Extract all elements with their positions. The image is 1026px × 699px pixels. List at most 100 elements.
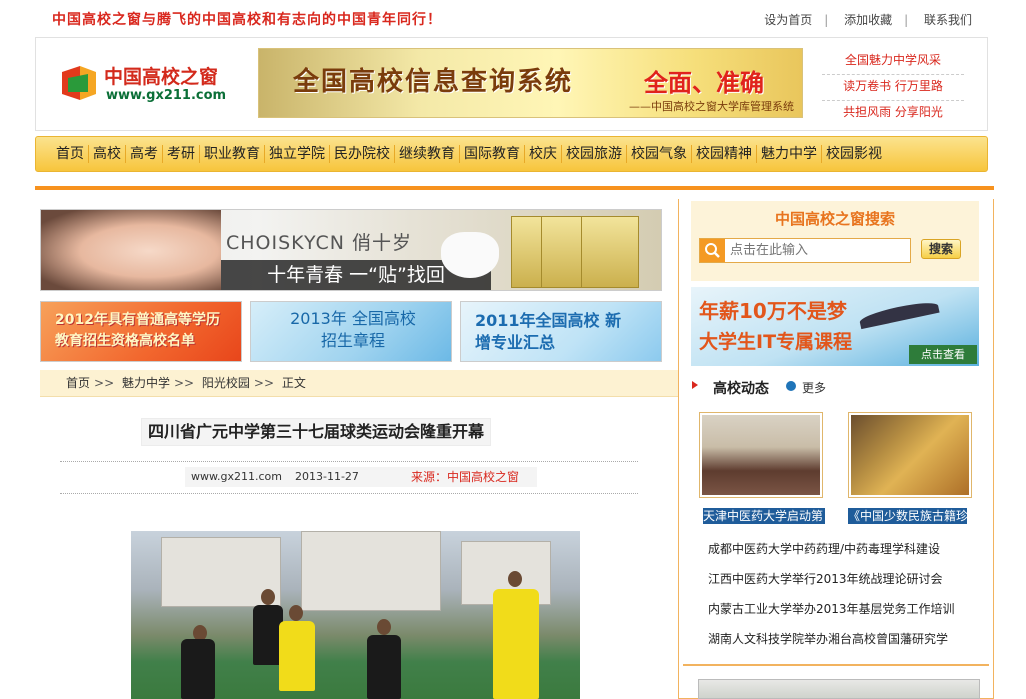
contact-us-link[interactable]: 联系我们 — [924, 13, 972, 27]
breadcrumb-separator: >> — [94, 376, 115, 390]
player-head — [508, 571, 522, 587]
player-head — [261, 589, 275, 605]
nav-item-continuing[interactable]: 继续教育 — [395, 145, 460, 163]
it-ad-view-button[interactable]: 点击查看 — [909, 345, 977, 364]
nav-item-home[interactable]: 首页 — [52, 145, 89, 163]
breadcrumb-home[interactable]: 首页 — [66, 376, 90, 390]
promo-2012-school-list[interactable]: 2012年具有普通高等学历 教育招生资格高校名单 — [40, 301, 242, 362]
choisky-ad-banner[interactable]: CHOISKYCN 俏十岁 十年青春 一“贴”找回 — [40, 209, 662, 291]
search-input[interactable] — [730, 241, 906, 260]
article-source: 来源：中国高校之窗 — [411, 470, 520, 484]
article-date: 2013-11-27 — [295, 470, 359, 483]
news-thumbnail[interactable] — [848, 412, 972, 498]
thumbnail-caption[interactable]: 《中国少数民族古籍珍 — [848, 508, 967, 524]
nav-divider — [35, 186, 994, 190]
banner-slogan: 全面、准确 — [644, 69, 764, 97]
ad-model-photo — [41, 210, 221, 290]
site-header: 中国高校之窗 www.gx211.com 全国高校信息查询系统 全面、准确 ——… — [35, 37, 988, 131]
ad-product-box — [581, 216, 639, 288]
news-list-item[interactable]: 内蒙古工业大学举办2013年基层党务工作培训 — [708, 600, 978, 630]
main-nav: 首页 高校 高考 考研 职业教育 独立学院 民办院校 继续教育 国际教育 校庆 … — [35, 136, 988, 172]
nav-item-gaokao[interactable]: 高考 — [126, 145, 163, 163]
nav-item-international[interactable]: 国际教育 — [460, 145, 525, 163]
site-logo[interactable]: 中国高校之窗 www.gx211.com — [56, 60, 236, 108]
search-icon — [700, 239, 725, 262]
breadcrumb-separator: >> — [173, 376, 195, 390]
article-title: 四川省广元中学第三十七届球类运动会隆重开幕 — [141, 418, 492, 446]
thumbnail-caption[interactable]: 天津中医药大学启动第 — [703, 508, 825, 524]
breadcrumb: 首页 >> 魅力中学 >> 阳光校园 >> 正文 — [40, 370, 678, 397]
separator: | — [824, 13, 829, 27]
set-homepage-link[interactable]: 设为首页 — [764, 13, 812, 27]
nav-item-independent[interactable]: 独立学院 — [265, 145, 330, 163]
ad-mask-image — [441, 232, 499, 278]
article-meta: www.gx211.com 2013-11-27 来源：中国高校之窗 — [185, 467, 537, 487]
divider — [60, 461, 638, 462]
news-list: 成都中医药大学中药药理/中药毒理学科建设 江西中医药大学举行2013年统战理论研… — [708, 540, 978, 660]
article-site: www.gx211.com — [191, 470, 282, 483]
header-link-share-sunshine[interactable]: 共担风雨 分享阳光 — [822, 101, 964, 127]
promo-text: 2012年具有普通高等学历 教育招生资格高校名单 — [55, 312, 220, 349]
player-head — [377, 619, 391, 635]
it-ad-line2: 大学生IT专属课程 — [699, 331, 853, 353]
site-slogan: 中国高校之窗与腾飞的中国高校和有志向的中国青年同行！ — [52, 12, 442, 28]
news-title: 高校动态 — [713, 381, 769, 397]
banner-subtitle: ——中国高校之窗大学库管理系统 — [629, 100, 794, 113]
nav-item-private[interactable]: 民办院校 — [330, 145, 395, 163]
meeting-photo — [702, 415, 820, 495]
bullet-triangle-icon — [692, 381, 698, 389]
header-banner[interactable]: 全国高校信息查询系统 全面、准确 ——中国高校之窗大学库管理系统 — [258, 48, 803, 118]
logo-name: 中国高校之窗 — [104, 66, 219, 88]
news-header: 高校动态 更多 — [692, 376, 972, 398]
breadcrumb-separator: >> — [253, 376, 275, 390]
add-favorite-link[interactable]: 添加收藏 — [844, 13, 892, 27]
nav-item-universities[interactable]: 高校 — [89, 145, 126, 163]
it-ad-line1: 年薪10万不是梦 — [699, 299, 847, 323]
promo-2011-new-majors[interactable]: 2011年全国高校 新增专业汇总 — [460, 301, 662, 362]
search-button[interactable]: 搜索 — [921, 239, 961, 259]
promo-2013-admission[interactable]: 2013年 全国高校招生章程 — [250, 301, 452, 362]
banner-title: 全国高校信息查询系统 — [293, 67, 574, 97]
it-course-ad[interactable]: 年薪10万不是梦 大学生IT专属课程 点击查看 — [691, 287, 979, 366]
breadcrumb-sunny-campus[interactable]: 阳光校园 — [202, 376, 250, 390]
sidebar-bottom-ad[interactable] — [698, 679, 980, 699]
eagle-image — [858, 298, 940, 330]
nav-item-campus-travel[interactable]: 校园旅游 — [562, 145, 627, 163]
separator: | — [904, 13, 909, 27]
player-figure — [279, 621, 315, 691]
nav-item-campus-video[interactable]: 校园影视 — [822, 145, 886, 163]
header-link-read-books[interactable]: 读万卷书 行万里路 — [822, 75, 964, 101]
nav-item-campus-weather[interactable]: 校园气象 — [627, 145, 692, 163]
news-list-item[interactable]: 成都中医药大学中药药理/中药毒理学科建设 — [708, 540, 978, 570]
header-link-charm-school[interactable]: 全国魅力中学风采 — [822, 49, 964, 75]
background-building — [301, 531, 441, 611]
nav-item-vocational[interactable]: 职业教育 — [200, 145, 265, 163]
news-list-item[interactable]: 湖南人文科技学院举办湘台高校曾国藩研究学 — [708, 630, 978, 660]
player-figure — [493, 589, 539, 699]
logo-url: www.gx211.com — [106, 88, 227, 103]
promo-text: 2011年全国高校 新增专业汇总 — [475, 311, 622, 352]
news-list-item[interactable]: 江西中医药大学举行2013年统战理论研讨会 — [708, 570, 978, 600]
ad-brand: CHOISKYCN 俏十岁 — [226, 232, 413, 254]
promo-text: 2013年 全国高校招生章程 — [290, 309, 416, 350]
nav-item-anniversary[interactable]: 校庆 — [525, 145, 562, 163]
nav-item-charm-school[interactable]: 魅力中学 — [757, 145, 822, 163]
news-more-link[interactable]: 更多 — [802, 379, 826, 396]
nav-item-postgrad[interactable]: 考研 — [163, 145, 200, 163]
breadcrumb-charm-school[interactable]: 魅力中学 — [122, 376, 170, 390]
article-photo — [131, 531, 580, 699]
header-side-links: 全国魅力中学风采 读万卷书 行万里路 共担风雨 分享阳光 — [822, 49, 964, 127]
search-box — [699, 238, 911, 263]
more-bullet-icon — [786, 381, 796, 391]
nav-item-campus-spirit[interactable]: 校园精神 — [692, 145, 757, 163]
divider — [683, 664, 989, 666]
player-figure — [181, 639, 215, 699]
search-title: 中国高校之窗搜索 — [774, 210, 895, 228]
logo-icon — [62, 66, 96, 100]
ancient-book-photo — [851, 415, 969, 495]
breadcrumb-current: 正文 — [281, 376, 306, 390]
player-figure — [367, 635, 401, 699]
top-links: 设为首页 | 添加收藏 | 联系我们 — [756, 11, 980, 28]
divider — [60, 493, 638, 494]
news-thumbnail[interactable] — [699, 412, 823, 498]
